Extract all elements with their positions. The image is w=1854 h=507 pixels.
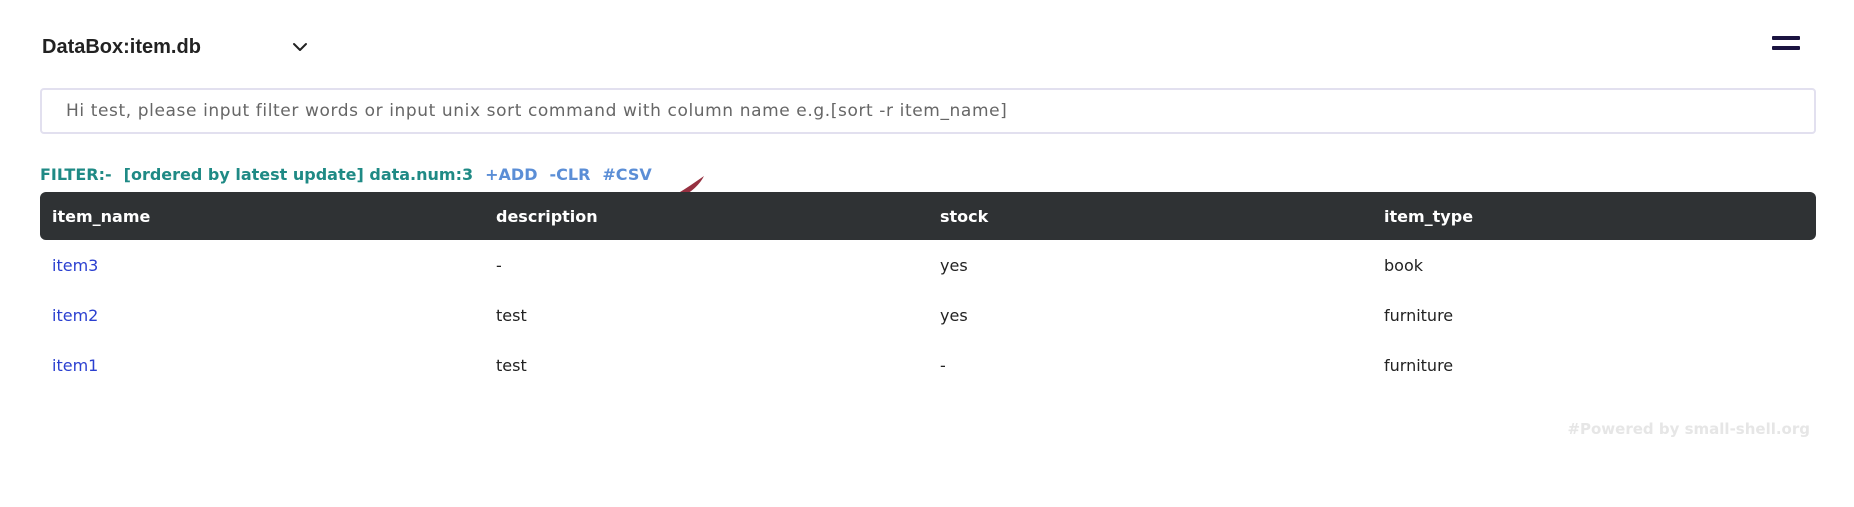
cell-stock: - bbox=[940, 355, 946, 375]
database-selector[interactable]: DataBox:item.db bbox=[42, 30, 312, 64]
table-row: item3 - yes book bbox=[40, 240, 1816, 290]
cell-item-name: item1 bbox=[40, 340, 484, 390]
table-header-row: item_name description stock item_type bbox=[40, 192, 1816, 240]
database-title: DataBox:item.db bbox=[42, 35, 201, 58]
cell-item-type: furniture bbox=[1384, 305, 1454, 325]
cell-description: test bbox=[496, 355, 527, 375]
header: DataBox:item.db bbox=[40, 28, 1820, 64]
filter-label: FILTER:- bbox=[40, 164, 112, 184]
filter-bar: FILTER:- [ordered by latest update] data… bbox=[40, 162, 652, 186]
chevron-down-icon[interactable] bbox=[290, 37, 310, 57]
column-header-item-type[interactable]: item_type bbox=[1372, 192, 1816, 240]
hamburger-menu-icon[interactable] bbox=[1772, 32, 1800, 56]
clear-link[interactable]: -CLR bbox=[549, 165, 590, 184]
item-link[interactable]: item2 bbox=[52, 306, 98, 325]
powered-by-footer: #Powered by small-shell.org bbox=[1567, 420, 1810, 438]
table-row: item1 test - furniture bbox=[40, 340, 1816, 390]
menu-bar-bottom bbox=[1772, 46, 1800, 50]
cell-item-type: furniture bbox=[1384, 355, 1454, 375]
search-input[interactable] bbox=[42, 90, 1814, 132]
cell-item-type: book bbox=[1384, 255, 1423, 275]
add-link[interactable]: +ADD bbox=[485, 165, 537, 184]
cell-description: - bbox=[496, 255, 502, 275]
item-link[interactable]: item3 bbox=[52, 256, 98, 275]
cell-stock: yes bbox=[940, 305, 968, 325]
column-header-description[interactable]: description bbox=[484, 192, 928, 240]
cell-description: test bbox=[496, 305, 527, 325]
filter-info: [ordered by latest update] data.num:3 bbox=[123, 164, 474, 184]
cell-stock: yes bbox=[940, 255, 968, 275]
column-header-item-name[interactable]: item_name bbox=[40, 192, 484, 240]
cell-item-name: item3 bbox=[40, 240, 484, 290]
table-row: item2 test yes furniture bbox=[40, 290, 1816, 340]
column-header-stock[interactable]: stock bbox=[928, 192, 1372, 240]
search-box bbox=[40, 88, 1816, 134]
item-link[interactable]: item1 bbox=[52, 356, 98, 375]
cell-item-name: item2 bbox=[40, 290, 484, 340]
menu-bar-top bbox=[1772, 36, 1800, 40]
data-table: item_name description stock item_type it… bbox=[40, 192, 1816, 390]
